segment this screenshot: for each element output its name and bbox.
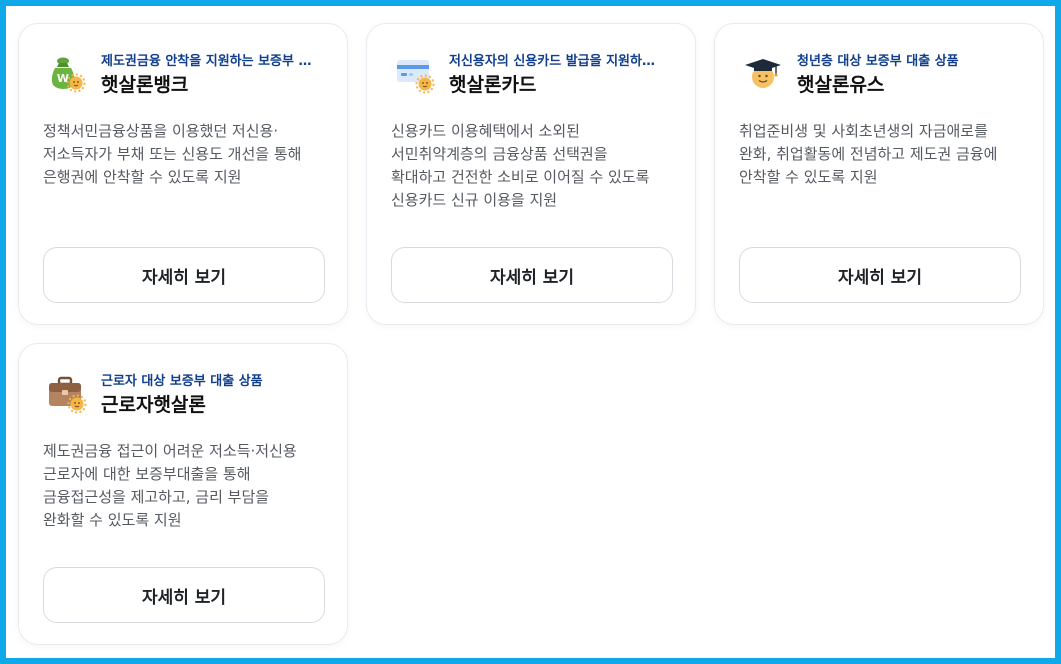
product-title: 햇살론유스	[797, 74, 885, 96]
description-line: 근로자에 대한 보증부대출을 통해	[43, 465, 251, 483]
description-line: 완화할 수 있도록 지원	[43, 511, 182, 529]
product-description: 취업준비생 및 사회초년생의 자금애로를 완화, 취업활동에 전념하고 제도권 …	[739, 120, 1029, 189]
view-details-button[interactable]: 자세히 보기	[43, 567, 325, 623]
graduation-cap-face-icon	[743, 54, 783, 94]
description-line: 신용카드 신규 이용을 지원	[391, 191, 558, 209]
product-title: 햇살론카드	[449, 74, 537, 96]
product-tagline: 근로자 대상 보증부 대출 상품	[101, 374, 263, 389]
description-line: 저소득자가 부채 또는 신용도 개선을 통해	[43, 145, 302, 163]
view-details-button[interactable]: 자세히 보기	[739, 247, 1021, 303]
description-line: 제도권금융 접근이 어려운 저소득·저신용	[43, 442, 297, 460]
view-details-button[interactable]: 자세히 보기	[391, 247, 673, 303]
product-card-haetsalloan-youth: 청년층 대상 보증부 대출 상품 햇살론유스 취업준비생 및 사회초년생의 자금…	[714, 23, 1044, 325]
description-line: 정책서민금융상품을 이용했던 저신용·	[43, 122, 279, 140]
product-tagline: 청년층 대상 보증부 대출 상품	[797, 54, 959, 69]
product-description: 제도권금융 접근이 어려운 저소득·저신용 근로자에 대한 보증부대출을 통해 …	[43, 440, 333, 532]
view-details-button[interactable]: 자세히 보기	[43, 247, 325, 303]
product-description: 정책서민금융상품을 이용했던 저신용· 저소득자가 부채 또는 신용도 개선을 …	[43, 120, 333, 189]
description-line: 은행권에 안착할 수 있도록 지원	[43, 168, 242, 186]
description-line: 서민취약계층의 금융상품 선택권을	[391, 145, 608, 163]
product-title: 근로자햇살론	[101, 394, 206, 416]
description-line: 완화, 취업활동에 전념하고 제도권 금융에	[739, 145, 998, 163]
description-line: 확대하고 건전한 소비로 이어질 수 있도록	[391, 168, 650, 186]
money-bag-sun-icon: W	[47, 54, 87, 94]
product-tagline: 저신용자의 신용카드 발급을 지원하…	[449, 54, 655, 69]
credit-card-sun-icon	[395, 54, 435, 94]
description-line: 신용카드 이용혜택에서 소외된	[391, 122, 580, 140]
product-card-haetsalloan-bank: W 제도권금융 안착을 지원하는 보증부 … 햇살론뱅크 정책서민금융상품을 이…	[18, 23, 348, 325]
description-line: 취업준비생 및 사회초년생의 자금애로를	[739, 122, 988, 140]
page-frame: W 제도권금융 안착을 지원하는 보증부 … 햇살론뱅크 정책서민금융상품을 이…	[0, 0, 1061, 664]
product-title: 햇살론뱅크	[101, 74, 189, 96]
briefcase-sun-icon	[47, 374, 87, 414]
product-tagline: 제도권금융 안착을 지원하는 보증부 …	[101, 54, 312, 69]
product-description: 신용카드 이용혜택에서 소외된 서민취약계층의 금융상품 선택권을 확대하고 건…	[391, 120, 681, 212]
product-card-worker-haetsalloan: 근로자 대상 보증부 대출 상품 근로자햇살론 제도권금융 접근이 어려운 저소…	[18, 343, 348, 645]
product-card-haetsalloan-card: 저신용자의 신용카드 발급을 지원하… 햇살론카드 신용카드 이용혜택에서 소외…	[366, 23, 696, 325]
description-line: 금융접근성을 제고하고, 금리 부담을	[43, 488, 270, 506]
description-line: 안착할 수 있도록 지원	[739, 168, 878, 186]
